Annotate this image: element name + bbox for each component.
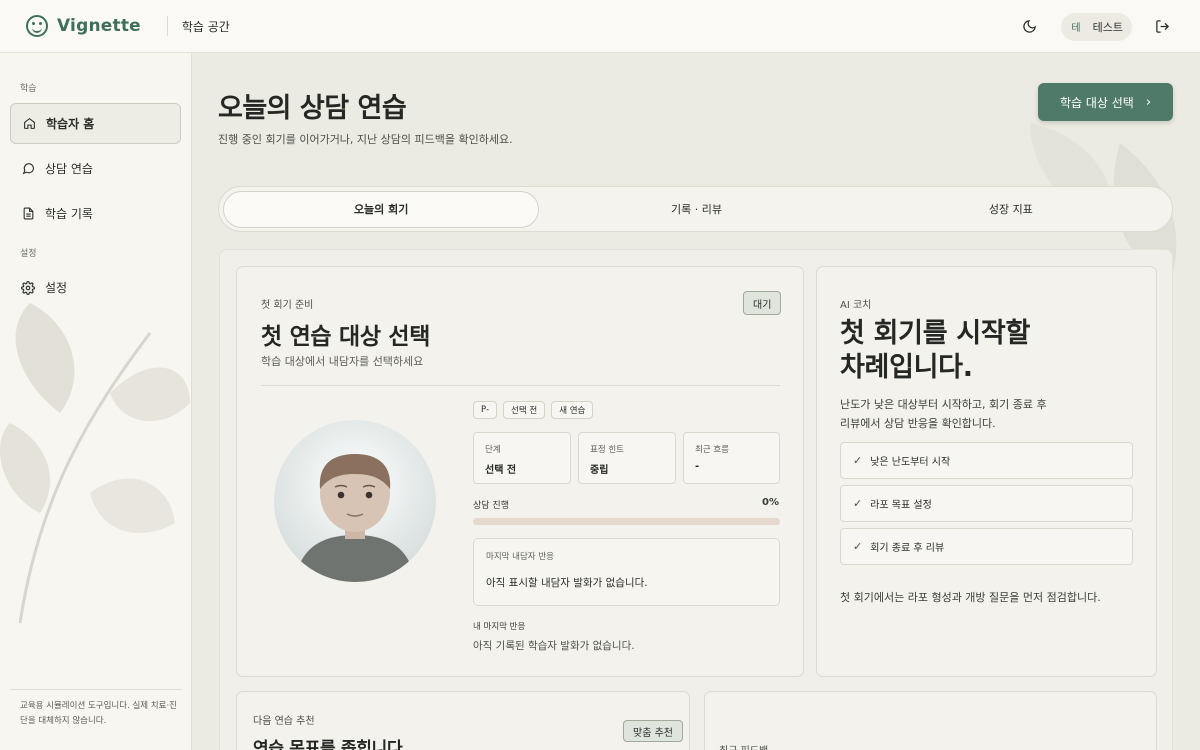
tab-growth-metrics[interactable]: 성장 지표 [854, 191, 1168, 228]
recommend-badge: 맞춤 추천 [623, 720, 683, 742]
session-chips: P- 선택 전 새 연습 [473, 401, 599, 419]
next-eyebrow: 다음 연습 추천 [253, 716, 315, 727]
brand-name: Vignette [57, 16, 141, 36]
sidebar-item-learning-records[interactable]: 학습 기록 [10, 193, 181, 234]
cta-label: 학습 대상 선택 [1059, 95, 1134, 110]
stat-value: 중립 [590, 465, 609, 476]
sidebar-item-label: 학습자 홈 [46, 117, 95, 131]
sidebar-section-settings: 설정 [20, 249, 37, 259]
ai-description: 난도가 낮은 대상부터 시작하고, 회기 종료 후 리뷰에서 상담 반응을 확인… [840, 398, 1047, 430]
sidebar: 학습 학습자 홈 상담 연습 학습 기록 설정 설정 교육용 시뮬레이션 도구입… [0, 53, 192, 750]
selection-status-chip: 선택 전 [503, 401, 546, 419]
stat-expression-hint: 표정 힌트 중립 [578, 432, 676, 484]
ai-coach-card: AI 코치 첫 회기를 시작할 차례입니다. 난도가 낮은 대상부터 시작하고,… [816, 266, 1157, 677]
session-title: 첫 연습 대상 선택 [261, 324, 431, 350]
check-icon: ✓ [853, 454, 863, 467]
my-last-response-text: 아직 기록된 학습자 발화가 없습니다. [473, 640, 635, 652]
checklist-item: ✓ 라포 목표 설정 [840, 485, 1133, 522]
sidebar-item-settings[interactable]: 설정 [10, 267, 181, 308]
sidebar-item-counseling-practice[interactable]: 상담 연습 [10, 148, 181, 189]
home-icon [22, 117, 36, 131]
checklist-item: ✓ 회기 종료 후 리뷰 [840, 528, 1133, 565]
client-id-chip: P- [473, 401, 498, 419]
last-client-response: 마지막 내담자 반응 아직 표시할 내담자 발화가 없습니다. [473, 538, 780, 606]
stat-label: 표정 힌트 [590, 445, 624, 455]
session-card: 첫 회기 준비 첫 연습 대상 선택 학습 대상에서 내담자를 선택하세요 대기 [236, 266, 804, 677]
tab-today-session[interactable]: 오늘의 회기 [223, 190, 540, 228]
session-subtitle: 학습 대상에서 내담자를 선택하세요 [261, 355, 424, 368]
my-last-response-label: 내 마지막 반응 [473, 622, 526, 632]
stat-label: 최근 흐름 [695, 445, 729, 455]
top-header: Vignette 학습 공간 테 테스트 [0, 0, 1200, 53]
brand-logo[interactable]: Vignette [26, 15, 141, 37]
logout-icon[interactable] [1148, 13, 1176, 41]
check-icon: ✓ [853, 540, 863, 553]
stat-value: 선택 전 [485, 465, 517, 476]
feedback-eyebrow: 최근 피드백 [719, 742, 768, 750]
sidebar-item-label: 설정 [45, 281, 68, 295]
recent-feedback-card: 최근 피드백 [704, 691, 1157, 750]
card-divider [261, 385, 780, 386]
select-learning-target-button[interactable]: 학습 대상 선택 › [1038, 83, 1173, 121]
sidebar-footer-divider [10, 689, 182, 690]
ai-footer-note: 첫 회기에서는 라포 형성과 개방 질문을 먼저 점검합니다. [840, 591, 1101, 604]
sidebar-section-learn: 학습 [20, 84, 37, 94]
next-title: 연습 목표를 좁힙니다. [253, 739, 409, 750]
ai-title-line: 첫 회기를 시작할 [840, 318, 1030, 349]
dashboard-panel: 첫 회기 준비 첫 연습 대상 선택 학습 대상에서 내담자를 선택하세요 대기 [219, 249, 1173, 750]
checklist-label: 낮은 난도부터 시작 [870, 457, 951, 468]
ai-title: 첫 회기를 시작할 차례입니다. [840, 317, 1030, 385]
chat-icon [21, 162, 35, 176]
sidebar-item-label: 학습 기록 [45, 207, 93, 221]
tab-bar: 오늘의 회기 기록 · 리뷰 성장 지표 [218, 186, 1173, 232]
status-badge: 대기 [743, 291, 782, 315]
checklist-item: ✓ 낮은 난도부터 시작 [840, 442, 1133, 479]
sidebar-item-label: 상담 연습 [45, 162, 93, 176]
progress-bar [473, 518, 780, 525]
new-practice-chip: 새 연습 [551, 401, 594, 419]
header-divider [166, 16, 168, 36]
chevron-right-icon: › [1145, 94, 1152, 110]
user-avatar: 테 [1071, 23, 1081, 34]
stat-value: - [695, 461, 700, 472]
client-avatar [273, 419, 437, 583]
progress-value: 0% [762, 497, 779, 508]
page-title: 오늘의 상담 연습 [218, 93, 407, 124]
smile-logo-icon [26, 15, 48, 37]
user-menu[interactable]: 테 테스트 [1061, 12, 1132, 41]
stat-label: 단계 [485, 445, 501, 455]
gear-icon [21, 280, 35, 295]
next-practice-card: 다음 연습 추천 맞춤 추천 연습 목표를 좁힙니다. [236, 691, 690, 750]
ai-eyebrow: AI 코치 [840, 300, 872, 311]
response-text: 아직 표시할 내담자 발화가 없습니다. [486, 577, 648, 589]
sidebar-item-learner-home[interactable]: 학습자 홈 [10, 103, 181, 144]
botanical-decoration [0, 303, 190, 624]
disclaimer-text: 교육용 시뮬레이션 도구입니다. 실제 치료·진단을 대체하지 않습니다. [20, 701, 177, 726]
theme-toggle-moon-icon[interactable] [1015, 13, 1043, 41]
response-label: 마지막 내담자 반응 [486, 552, 554, 562]
ai-title-line: 차례입니다. [840, 352, 973, 383]
checklist-label: 라포 목표 설정 [870, 500, 932, 511]
checklist-label: 회기 종료 후 리뷰 [870, 543, 945, 554]
user-name: 테스트 [1092, 20, 1123, 34]
main-content: 오늘의 상담 연습 진행 중인 회기를 이어가거나, 지난 상담의 피드백을 확… [193, 53, 1200, 750]
stat-recent-flow: 최근 흐름 - [683, 432, 780, 484]
session-eyebrow: 첫 회기 준비 [261, 300, 314, 311]
check-icon: ✓ [853, 497, 863, 510]
document-icon [21, 207, 35, 221]
stat-stage: 단계 선택 전 [473, 432, 571, 484]
progress-label: 상담 진행 [473, 501, 509, 511]
workspace-label: 학습 공간 [181, 19, 230, 34]
page-subtitle: 진행 중인 회기를 이어가거나, 지난 상담의 피드백을 확인하세요. [218, 133, 513, 146]
tab-records-review[interactable]: 기록 · 리뷰 [539, 191, 853, 228]
